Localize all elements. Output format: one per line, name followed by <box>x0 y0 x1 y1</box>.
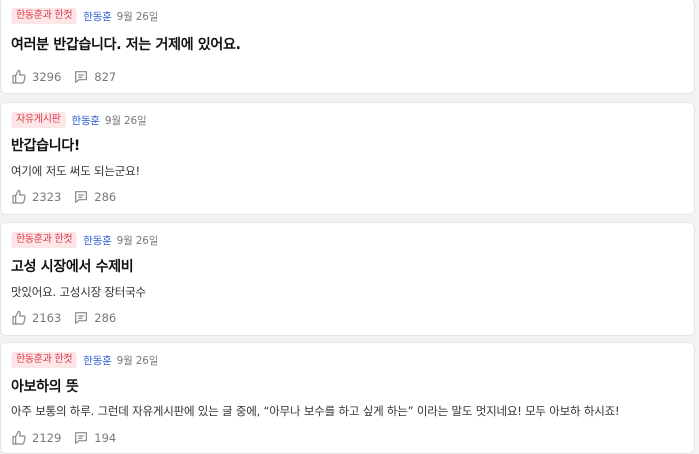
comment-icon <box>73 189 89 205</box>
like-button[interactable]: 2323 <box>11 189 61 205</box>
post-meta: 한동훈과 한컷 한동훈 9월 26일 <box>11 8 158 24</box>
comment-icon <box>73 69 89 85</box>
post-title[interactable]: 아보하의 뜻 <box>11 376 79 396</box>
comment-button[interactable]: 286 <box>73 189 116 205</box>
category-badge[interactable]: 한동훈과 한컷 <box>11 352 78 368</box>
comment-button[interactable]: 194 <box>73 430 116 446</box>
post-title[interactable]: 고성 시장에서 수제비 <box>11 256 134 276</box>
like-count: 3296 <box>32 70 62 84</box>
post-body: 여기에 저도 써도 되는군요! <box>11 164 140 178</box>
like-count: 2129 <box>32 431 62 445</box>
comment-count: 286 <box>94 311 117 325</box>
author-name[interactable]: 한동훈 <box>72 113 101 128</box>
comment-icon <box>73 310 89 326</box>
post-card[interactable]: 한동훈과 한컷 한동훈 9월 26일 고성 시장에서 수제비 맛있어요. 고성시… <box>0 222 695 336</box>
comment-button[interactable]: 286 <box>73 310 116 326</box>
post-body: 맛있어요. 고성시장 장터국수 <box>11 285 146 299</box>
thumbs-up-icon <box>11 189 27 205</box>
author-name[interactable]: 한동훈 <box>83 233 112 248</box>
post-actions: 3296 827 <box>11 69 116 85</box>
post-date: 9월 26일 <box>116 354 159 367</box>
post-card[interactable]: 한동훈과 한컷 한동훈 9월 26일 여러분 반갑습니다. 저는 거제에 있어요… <box>0 0 695 94</box>
thumbs-up-icon <box>11 310 27 326</box>
post-title[interactable]: 반갑습니다! <box>11 135 80 155</box>
post-feed: 한동훈과 한컷 한동훈 9월 26일 여러분 반갑습니다. 저는 거제에 있어요… <box>0 0 699 454</box>
author-name[interactable]: 한동훈 <box>83 353 112 368</box>
thumbs-up-icon <box>11 430 27 446</box>
post-body: 아주 보통의 하루. 그런데 자유게시판에 있는 글 중에, “아무나 보수를 … <box>11 404 620 418</box>
comment-button[interactable]: 827 <box>73 69 116 85</box>
post-actions: 2163 286 <box>11 310 116 326</box>
post-date: 9월 26일 <box>116 234 159 247</box>
like-button[interactable]: 2129 <box>11 430 61 446</box>
post-actions: 2323 286 <box>11 189 116 205</box>
comment-count: 286 <box>94 190 117 204</box>
thumbs-up-icon <box>11 69 27 85</box>
author-name[interactable]: 한동훈 <box>83 9 112 24</box>
post-date: 9월 26일 <box>104 114 147 127</box>
comment-icon <box>73 430 89 446</box>
post-meta: 한동훈과 한컷 한동훈 9월 26일 <box>11 352 158 368</box>
post-date: 9월 26일 <box>116 10 159 23</box>
post-meta: 한동훈과 한컷 한동훈 9월 26일 <box>11 232 158 248</box>
post-actions: 2129 194 <box>11 430 116 446</box>
post-title[interactable]: 여러분 반갑습니다. 저는 거제에 있어요. <box>11 34 241 54</box>
category-badge[interactable]: 한동훈과 한컷 <box>11 232 78 248</box>
like-count: 2163 <box>32 311 62 325</box>
post-card[interactable]: 자유게시판 한동훈 9월 26일 반갑습니다! 여기에 저도 써도 되는군요! … <box>0 102 695 215</box>
comment-count: 194 <box>94 431 117 445</box>
post-card[interactable]: 한동훈과 한컷 한동훈 9월 26일 아보하의 뜻 아주 보통의 하루. 그런데… <box>0 342 695 454</box>
comment-count: 827 <box>94 70 117 84</box>
like-count: 2323 <box>32 190 62 204</box>
category-badge[interactable]: 자유게시판 <box>11 112 66 128</box>
post-meta: 자유게시판 한동훈 9월 26일 <box>11 112 147 128</box>
like-button[interactable]: 2163 <box>11 310 61 326</box>
category-badge[interactable]: 한동훈과 한컷 <box>11 8 78 24</box>
like-button[interactable]: 3296 <box>11 69 61 85</box>
